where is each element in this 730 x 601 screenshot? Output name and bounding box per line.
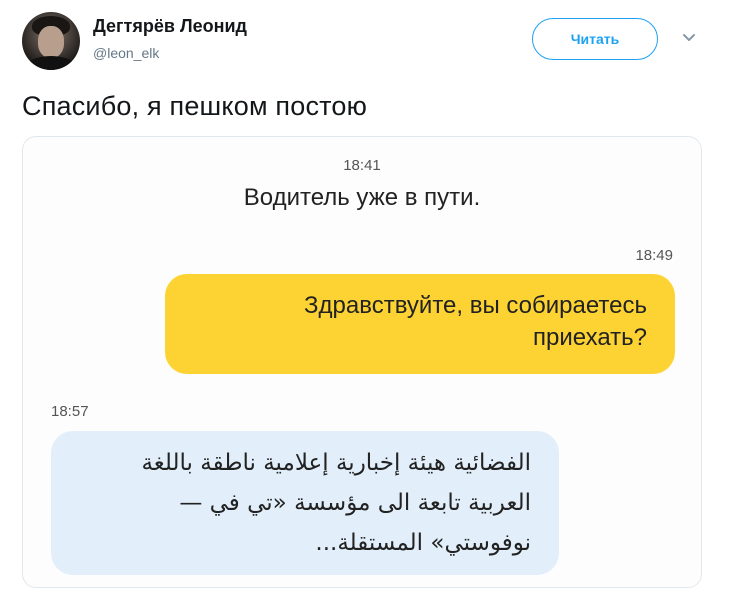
incoming-message-text: الفضائية هيئة إخبارية إعلامية ناطقة بالل…	[141, 450, 531, 556]
avatar-shirt	[26, 56, 76, 70]
media-card[interactable]: 18:41 Водитель уже в пути. 18:49 Здравст…	[22, 136, 702, 588]
outgoing-timestamp: 18:49	[635, 247, 673, 264]
avatar[interactable]	[22, 12, 80, 70]
follow-button[interactable]: Читать	[532, 18, 658, 60]
author-name[interactable]: Дегтярёв Леонид	[93, 16, 247, 37]
incoming-timestamp: 18:57	[51, 403, 89, 420]
avatar-face	[38, 26, 64, 58]
outgoing-message-text: Здравствуйте, вы собираетесь приехать?	[304, 292, 647, 351]
status-timestamp: 18:41	[343, 157, 381, 174]
status-message: Водитель уже в пути.	[243, 184, 481, 211]
chevron-down-icon[interactable]	[680, 30, 698, 44]
tweet-text: Спасибо, я пешком постою	[22, 91, 368, 121]
outgoing-message-bubble: Здравствуйте, вы собираетесь приехать?	[165, 274, 675, 374]
incoming-message-bubble: الفضائية هيئة إخبارية إعلامية ناطقة بالل…	[51, 431, 559, 575]
author-handle[interactable]: @leon_elk	[93, 45, 159, 61]
